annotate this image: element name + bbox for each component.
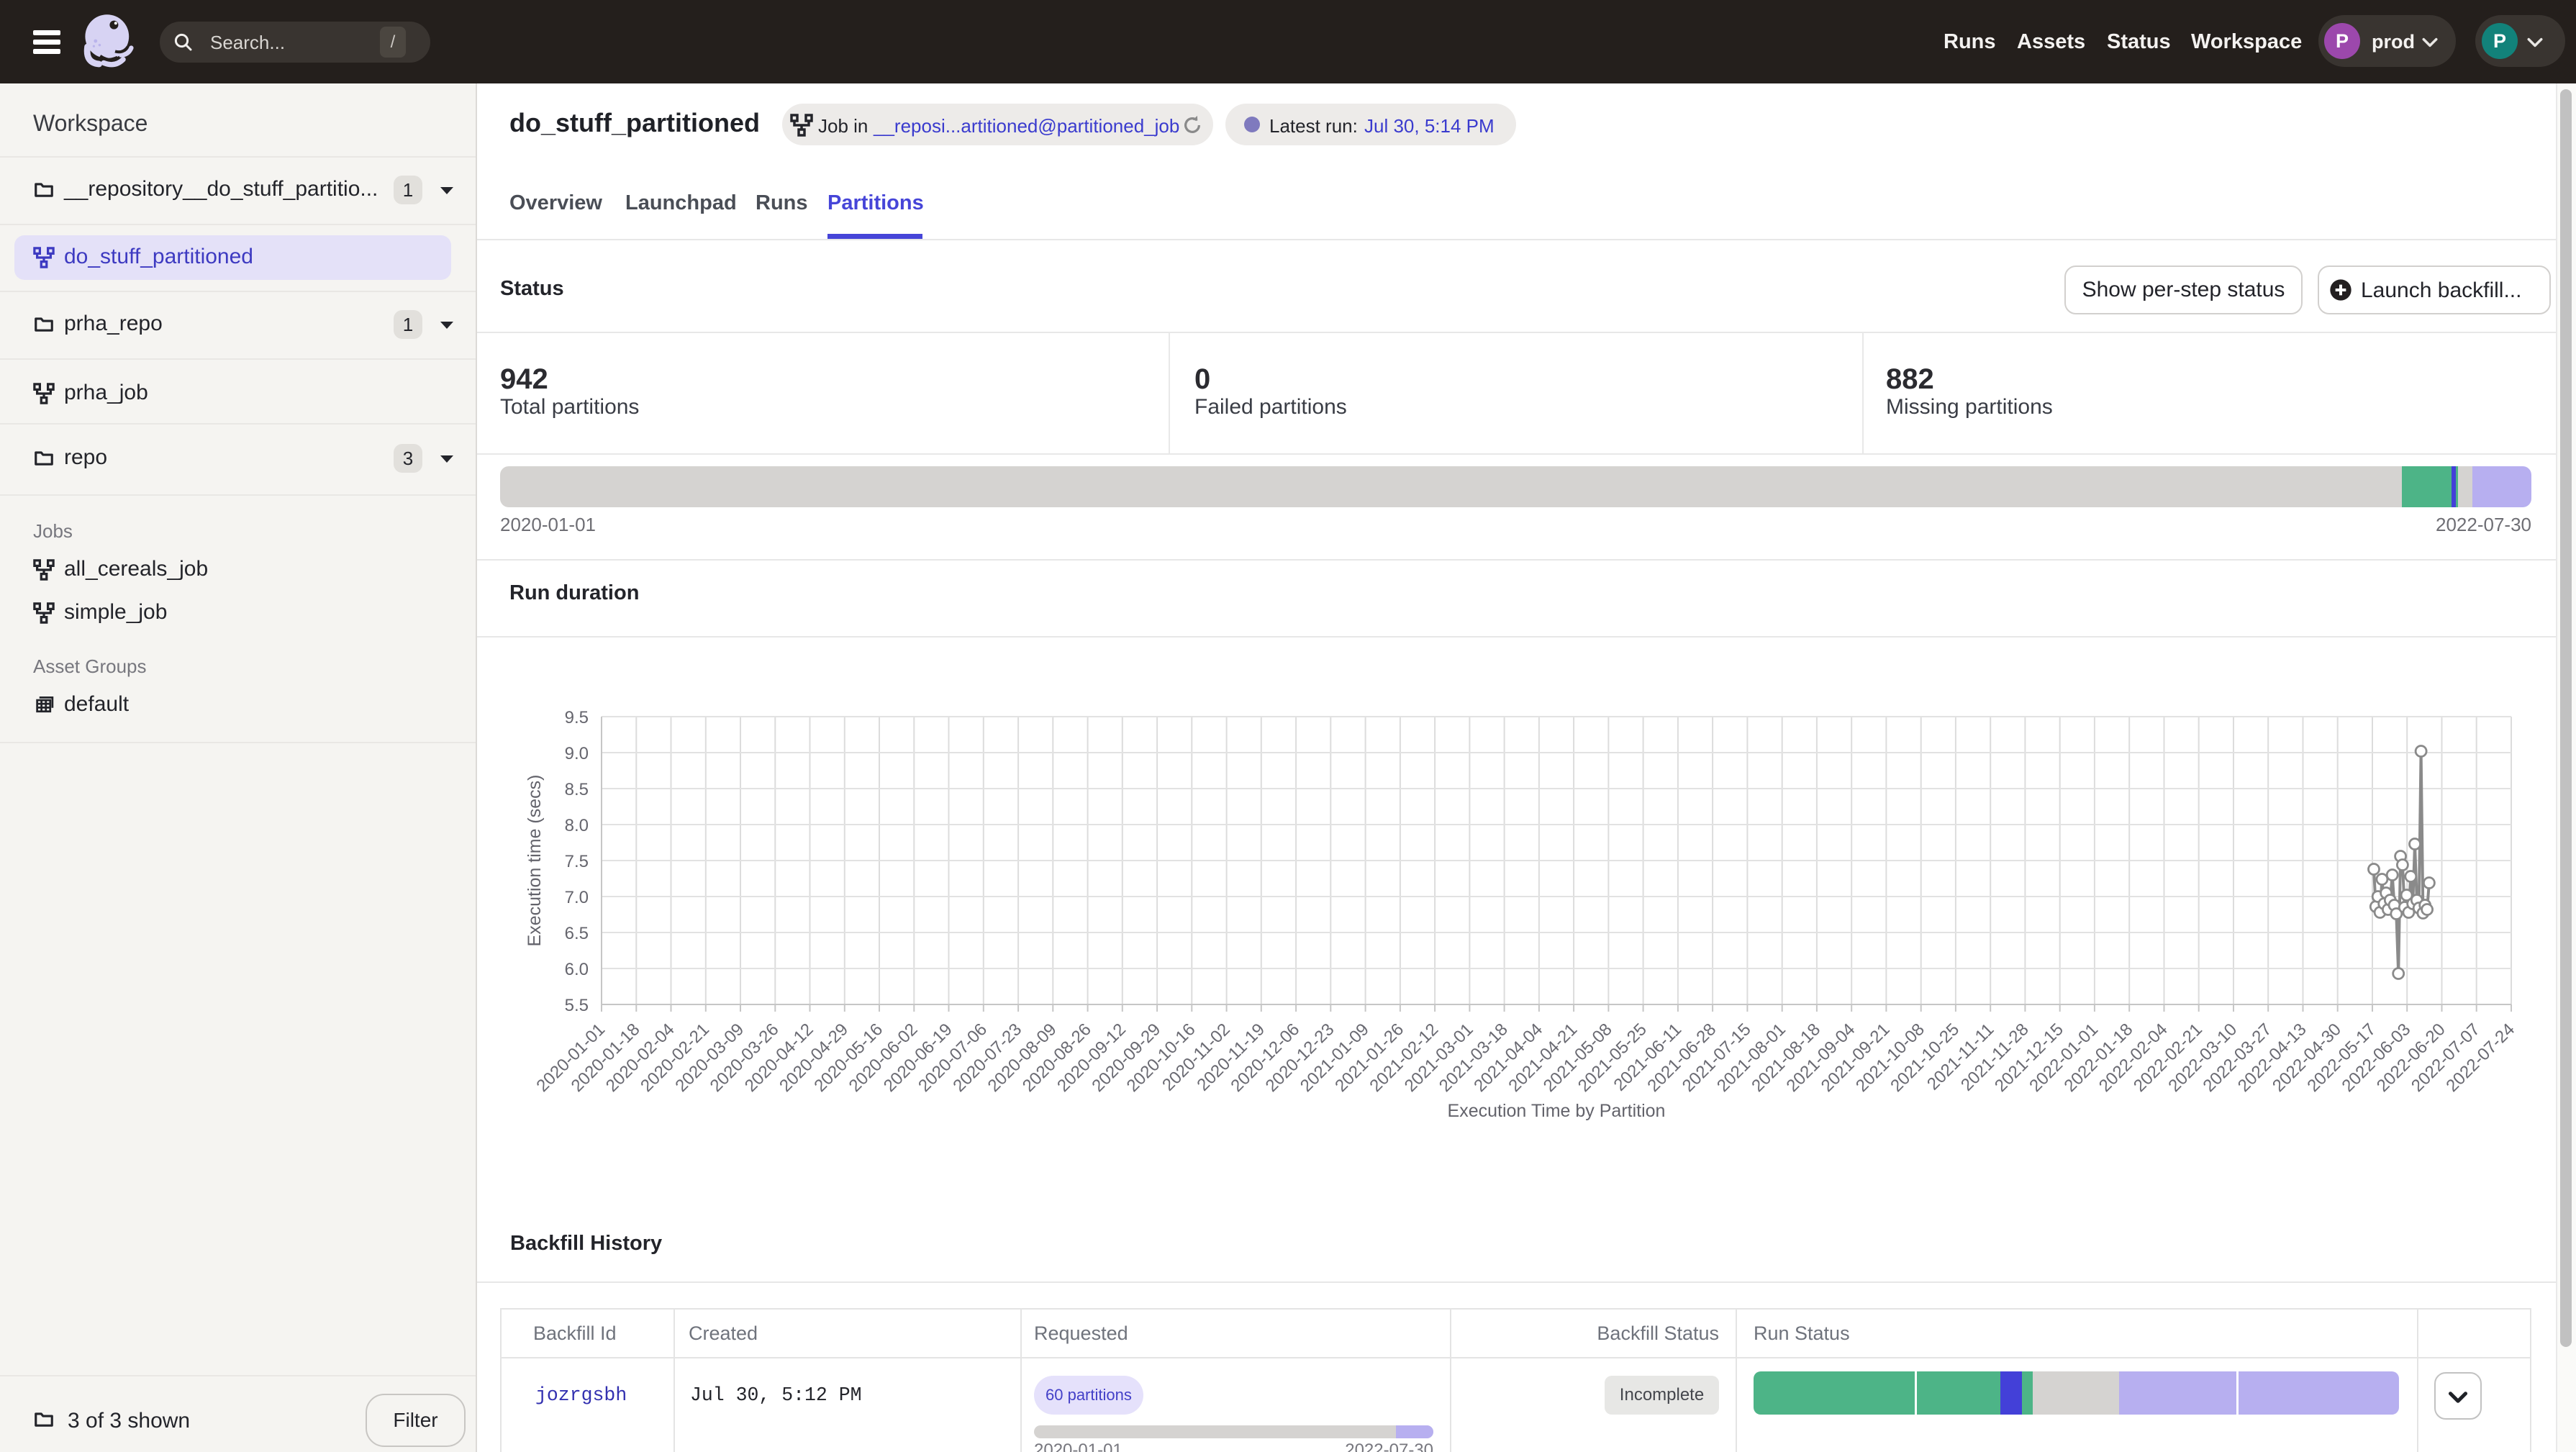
svg-text:8.5: 8.5 [565,780,589,799]
svg-text:7.0: 7.0 [565,888,589,907]
svg-text:Execution time (secs): Execution time (secs) [525,775,545,947]
svg-text:Execution Time by Partition: Execution Time by Partition [1448,1101,1666,1121]
svg-text:6.0: 6.0 [565,960,589,979]
svg-text:5.5: 5.5 [565,996,589,1015]
svg-text:7.5: 7.5 [565,852,589,871]
svg-text:9.0: 9.0 [565,744,589,763]
svg-text:8.0: 8.0 [565,816,589,835]
svg-text:6.5: 6.5 [565,924,589,943]
svg-text:9.5: 9.5 [565,708,589,727]
